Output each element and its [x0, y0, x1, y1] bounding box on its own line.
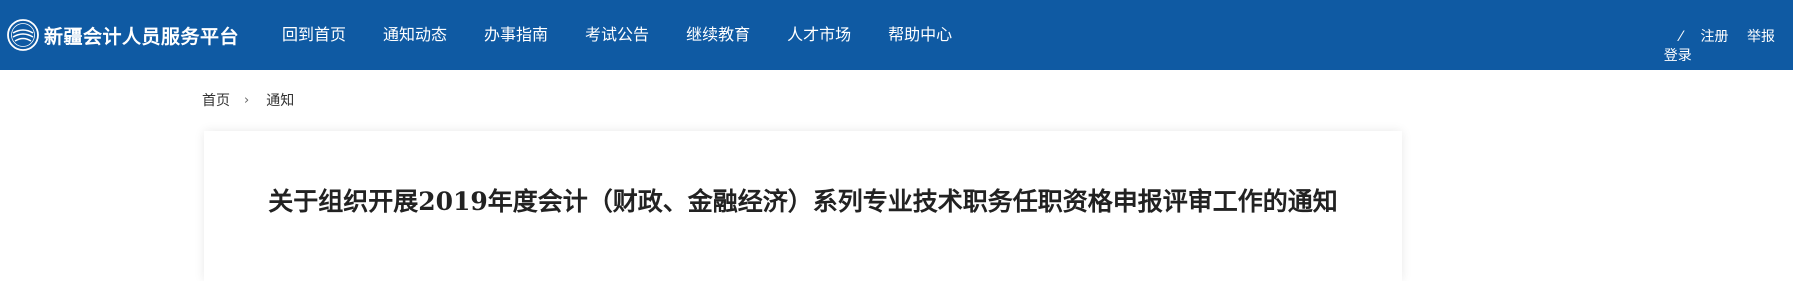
breadcrumb: 首页 › 通知 — [202, 89, 294, 111]
breadcrumb-home[interactable]: 首页 — [202, 90, 230, 110]
login-link[interactable]: 登录 — [1664, 46, 1692, 66]
nav-item-talent-market[interactable]: 人才市场 — [787, 23, 851, 47]
main-nav: 回到首页 通知动态 办事指南 考试公告 继续教育 人才市场 帮助中心 — [282, 23, 989, 47]
site-logo[interactable]: 新疆会计人员服务平台 — [6, 17, 239, 53]
nav-item-education[interactable]: 继续教育 — [686, 23, 750, 47]
nav-item-help[interactable]: 帮助中心 — [888, 23, 952, 47]
nav-item-home[interactable]: 回到首页 — [282, 23, 346, 47]
account-separator: ⁄ — [1679, 29, 1683, 45]
chevron-right-icon: › — [244, 92, 250, 108]
nav-item-notices[interactable]: 通知动态 — [383, 23, 447, 47]
article-title: 关于组织开展2019年度会计（财政、金融经济）系列专业技术职务任职资格申报评审工… — [268, 187, 1338, 216]
top-navbar: 新疆会计人员服务平台 回到首页 通知动态 办事指南 考试公告 继续教育 人才市场… — [0, 0, 1793, 70]
seal-logo-icon — [6, 18, 40, 52]
report-link[interactable]: 举报 — [1747, 29, 1775, 45]
article-card: 关于组织开展2019年度会计（财政、金融经济）系列专业技术职务任职资格申报评审工… — [204, 131, 1402, 281]
nav-item-guide[interactable]: 办事指南 — [484, 23, 548, 47]
register-link[interactable]: 注册 — [1701, 29, 1729, 45]
account-links: ⁄ 注册 举报 登录 — [1664, 27, 1775, 64]
site-name: 新疆会计人员服务平台 — [44, 25, 240, 48]
breadcrumb-current[interactable]: 通知 — [266, 90, 294, 110]
nav-item-exams[interactable]: 考试公告 — [585, 23, 649, 47]
